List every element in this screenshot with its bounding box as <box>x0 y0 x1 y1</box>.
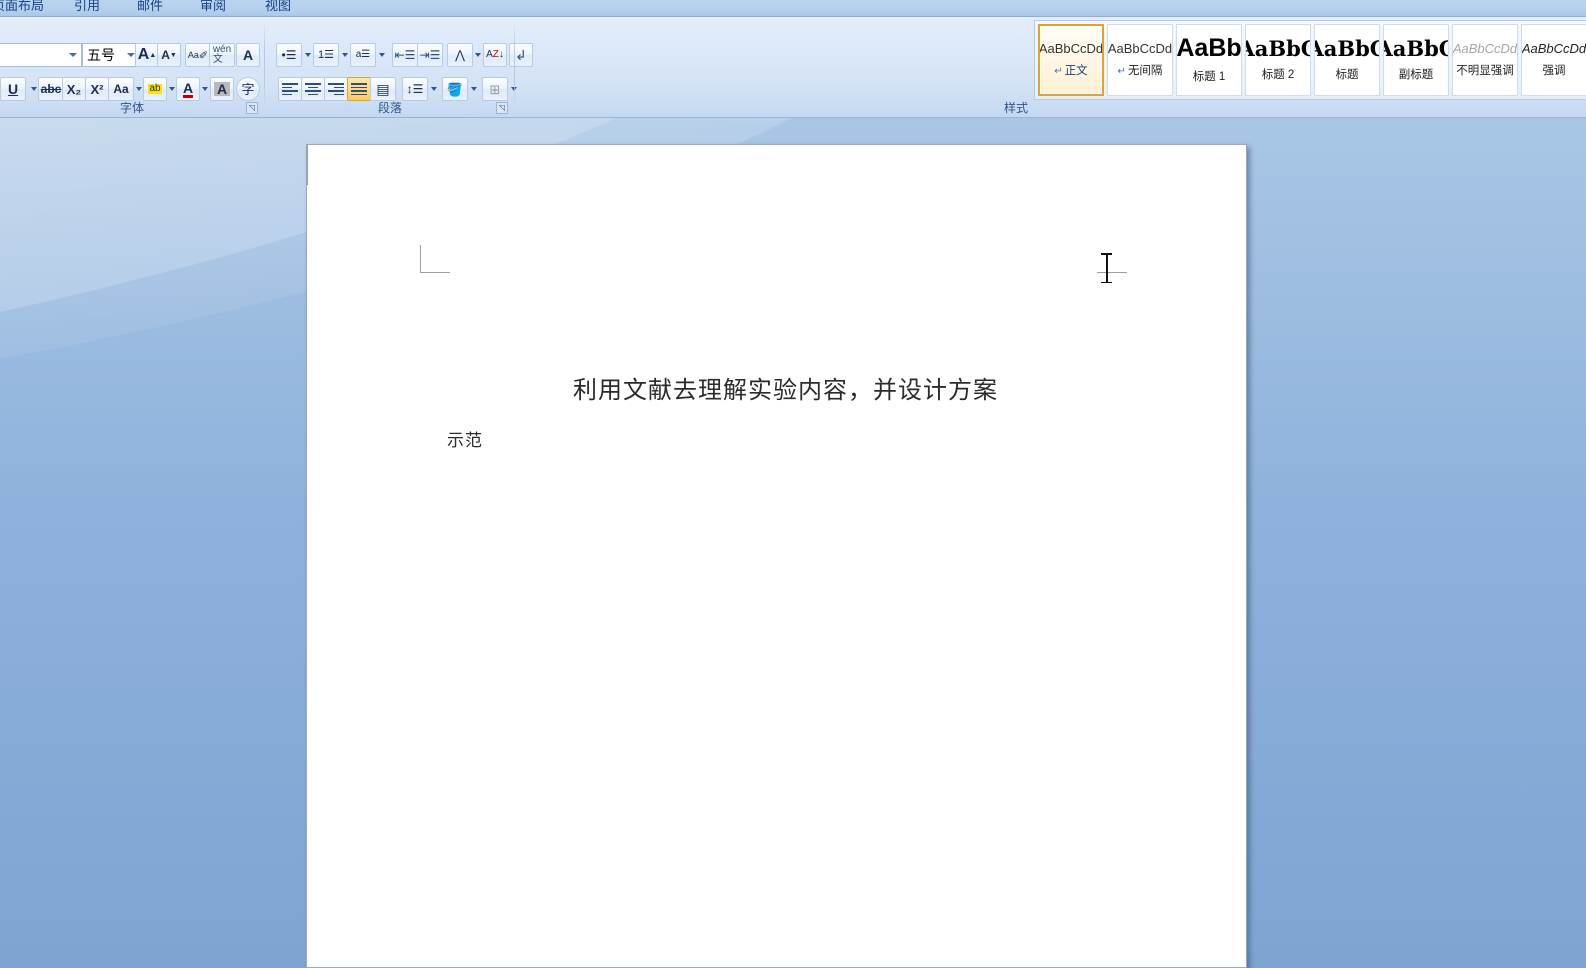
enclose-characters-icon[interactable]: 字 <box>236 77 260 101</box>
borders-icon[interactable]: ⊞ <box>482 77 508 101</box>
tab-mailings[interactable]: 邮件 <box>137 0 163 14</box>
font-size-combo[interactable]: 五号 <box>82 43 140 67</box>
word-window: 页面布局 引用 邮件 审阅 视图 黑 五号 A▲ A▼ Aa✐ <box>0 0 1586 968</box>
sort-icon[interactable]: AZ↓ <box>483 43 507 67</box>
chevron-down-icon[interactable] <box>69 53 77 57</box>
increase-indent-icon[interactable]: ⇥☰ <box>417 43 443 67</box>
paragraph-dialog-launcher[interactable]: ◹ <box>496 102 508 114</box>
subscript-icon[interactable]: X₂ <box>62 77 86 101</box>
strikethrough-icon[interactable]: abc <box>38 77 64 101</box>
distributed-icon[interactable]: ▤ <box>370 77 396 101</box>
tab-view[interactable]: 视图 <box>265 0 291 14</box>
multilevel-list-icon[interactable]: a☰ <box>350 43 376 67</box>
style-preview: AaBbCcDd <box>1521 41 1586 56</box>
group-label-styles: 样式 <box>1003 101 1028 115</box>
align-left-icon[interactable] <box>278 77 302 101</box>
margin-mark-top-right-vertical <box>307 145 308 185</box>
style-name: 标题 <box>1335 69 1359 81</box>
tab-review[interactable]: 审阅 <box>200 0 226 14</box>
style-item[interactable]: AaBbCcDd ↵ 正文 <box>1038 24 1104 96</box>
style-name: ↵ 正文 <box>1054 65 1088 77</box>
divider <box>264 21 265 109</box>
group-font: 黑 五号 A▲ A▼ Aa✐ wén文 A <box>0 17 264 117</box>
document-line-2[interactable]: 示范 <box>447 426 483 451</box>
shrink-font-icon[interactable]: A ▼ <box>157 43 181 67</box>
tab-page-layout[interactable]: 页面布局 <box>0 0 44 14</box>
style-preview: AaBbCcDd <box>1107 41 1173 56</box>
font-color-icon[interactable]: A <box>176 77 200 101</box>
justify-icon[interactable] <box>347 77 371 101</box>
superscript-icon[interactable]: X² <box>85 77 109 101</box>
group-label-font: 字体 <box>119 101 144 115</box>
style-item[interactable]: AaBbC 标题 2 <box>1245 24 1311 96</box>
font-name-combo[interactable]: 黑 <box>0 43 82 67</box>
style-name: 强调 <box>1542 65 1566 77</box>
shading-icon[interactable]: 🪣 <box>442 77 468 101</box>
style-name: ↵ 无间隔 <box>1117 65 1163 77</box>
style-preview: AaBbC <box>1246 36 1310 61</box>
align-center-icon[interactable] <box>301 77 325 101</box>
grow-font-icon[interactable]: A ▲ <box>135 43 159 67</box>
change-case-icon[interactable]: Aa <box>108 77 134 101</box>
style-name: 标题 2 <box>1261 69 1295 81</box>
style-item[interactable]: AaBbCcDd ↵ 无间隔 <box>1107 24 1173 96</box>
style-preview: AaBbCcDd <box>1452 41 1518 56</box>
bullets-icon[interactable]: •☰ <box>276 43 302 67</box>
asian-layout-icon[interactable]: ⋀ <box>447 43 473 67</box>
decrease-indent-icon[interactable]: ⇤☰ <box>392 43 418 67</box>
styles-gallery[interactable]: AaBbCcDd ↵正文 AaBbCcDd ↵无间隔 AaBb 标题 1 AaBbC 标题 2… <box>1034 20 1586 100</box>
style-item[interactable]: AaBbCcDd 强调 <box>1521 24 1586 96</box>
shading-dropdown-icon[interactable] <box>467 77 481 101</box>
phonetic-guide-icon[interactable]: Aa ✐ <box>185 43 211 67</box>
font-size-value: 五号 <box>87 47 115 63</box>
tab-references[interactable]: 引用 <box>74 0 100 14</box>
character-border-icon[interactable]: A <box>236 43 260 67</box>
document-workspace: 利用文献去理解实验内容，并设计方案 示范 <box>0 118 1586 968</box>
line-spacing-dropdown-icon[interactable] <box>427 77 441 101</box>
text-highlight-color-icon[interactable]: ab <box>143 77 167 101</box>
style-preview: AaBb <box>1176 34 1242 62</box>
line-spacing-icon[interactable]: ↕☰ <box>402 77 428 101</box>
character-shading-icon[interactable]: A <box>210 77 234 101</box>
style-name: 不明显强调 <box>1456 65 1514 77</box>
ribbon: 黑 五号 A▲ A▼ Aa✐ wén文 A <box>0 17 1586 118</box>
clear-formatting-icon[interactable]: wén 文 <box>209 43 235 67</box>
document-line-1[interactable]: 利用文献去理解实验内容，并设计方案 <box>573 370 998 405</box>
chevron-down-icon[interactable] <box>127 53 135 57</box>
style-item[interactable]: AaBbCcDd 不明显强调 <box>1452 24 1518 96</box>
numbering-icon[interactable]: 1☰ <box>313 43 339 67</box>
font-dialog-launcher[interactable]: ◹ <box>246 102 258 114</box>
style-item[interactable]: AaBbC 标题 <box>1314 24 1380 96</box>
align-right-icon[interactable] <box>324 77 348 101</box>
pilcrow-icon: ↵ <box>1117 66 1126 77</box>
group-label-paragraph: 段落 <box>377 101 402 115</box>
group-styles: AaBbCcDd ↵正文 AaBbCcDd ↵无间隔 AaBb 标题 1 AaBbC 标题 2… <box>516 17 1586 117</box>
underline-icon[interactable]: U <box>0 77 26 101</box>
style-name: 副标题 <box>1398 69 1434 81</box>
style-preview: AaBbC <box>1315 36 1379 61</box>
group-paragraph: •☰ 1☰ a☰ ⇤☰ ⇥☰ ⋀ AZ↓ ↲ ▤ ↕☰ 🪣 ⊞ 段落 ◹ <box>266 17 533 117</box>
text-cursor-ibeam <box>1101 253 1112 283</box>
style-preview: AaBbC <box>1384 36 1448 61</box>
pilcrow-icon: ↵ <box>1054 66 1063 77</box>
style-preview: AaBbCcDd <box>1038 41 1104 56</box>
divider <box>514 21 515 109</box>
multilevel-dropdown-icon[interactable] <box>375 43 389 67</box>
style-item[interactable]: AaBbC 副标题 <box>1383 24 1449 96</box>
document-page[interactable]: 利用文献去理解实验内容，并设计方案 示范 <box>306 144 1247 968</box>
margin-mark-top-left <box>420 245 450 273</box>
ribbon-tab-strip: 页面布局 引用 邮件 审阅 视图 <box>0 0 1586 17</box>
style-item[interactable]: AaBb 标题 1 <box>1176 24 1242 96</box>
style-name: 标题 1 <box>1192 71 1226 83</box>
